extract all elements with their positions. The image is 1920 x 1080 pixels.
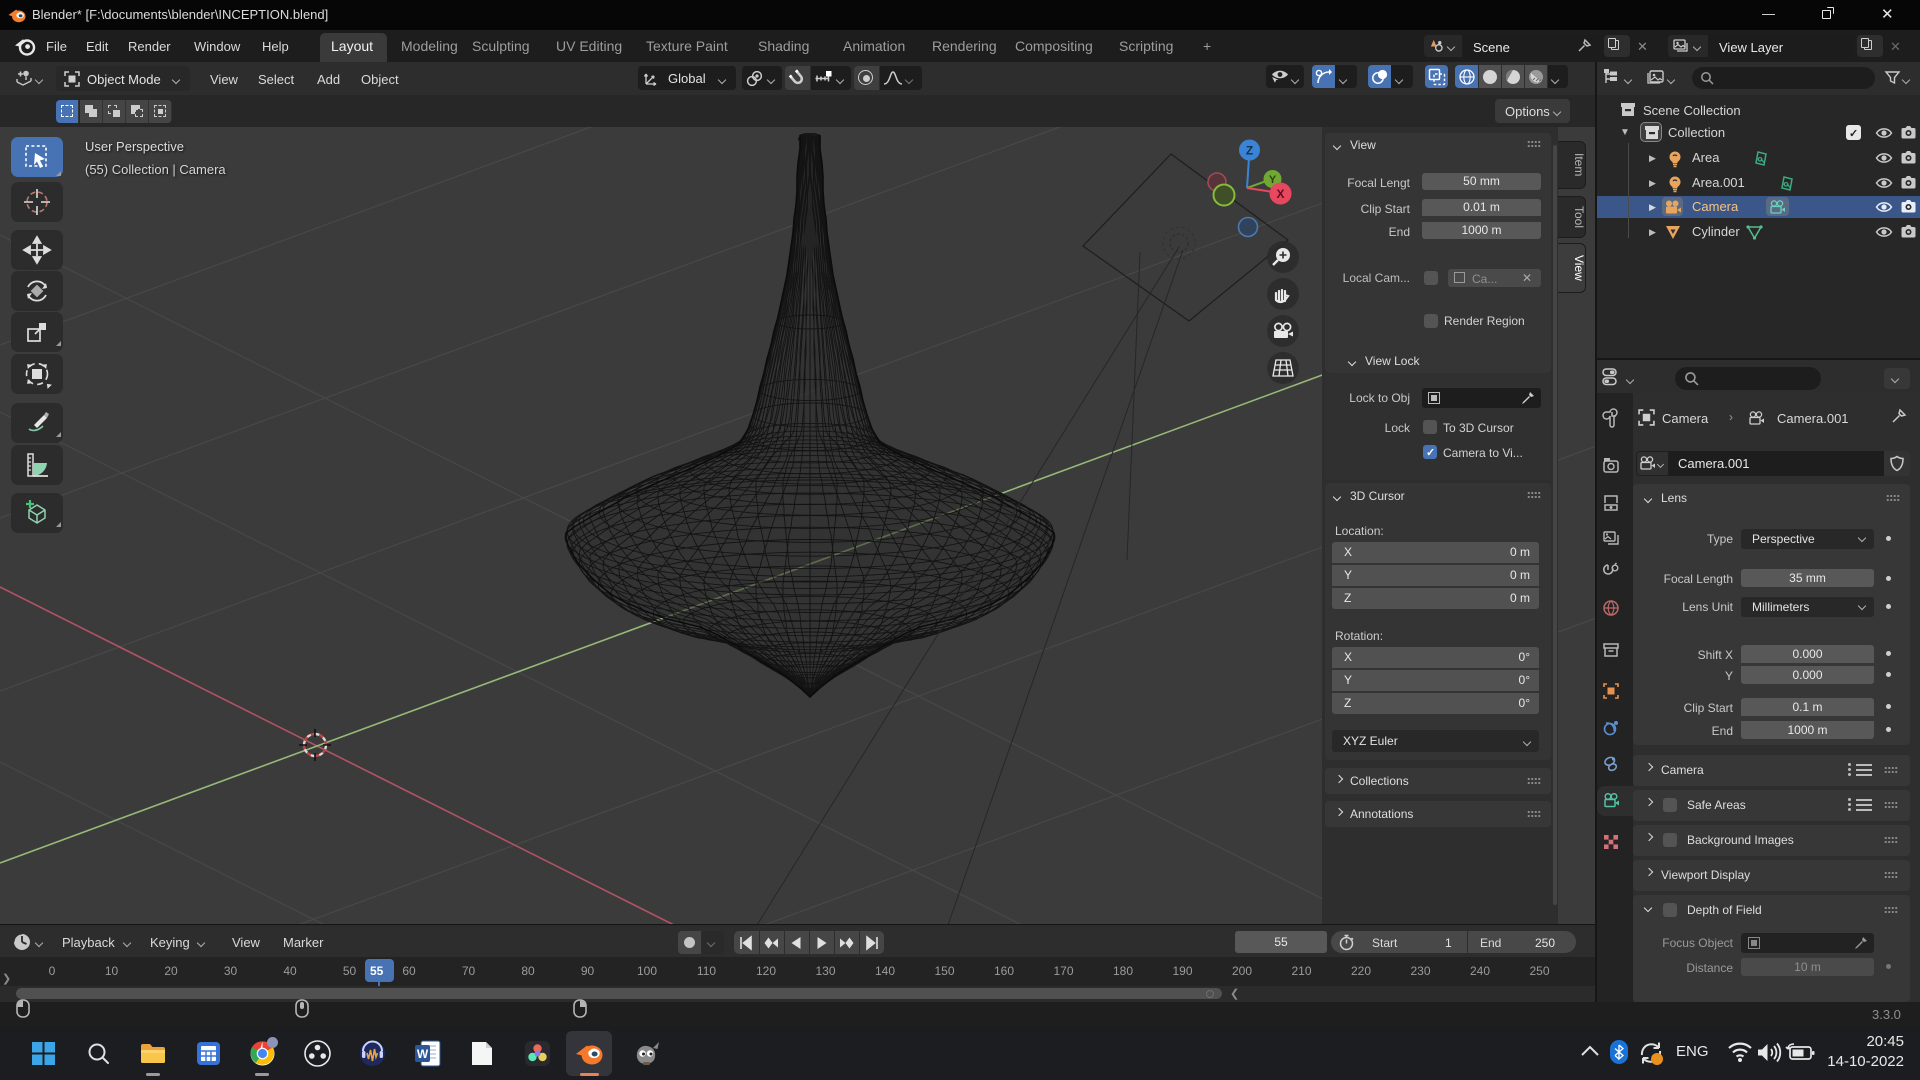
svg-text:X: X: [1276, 187, 1284, 201]
svg-text:Y: Y: [1269, 174, 1277, 186]
svg-text:W: W: [417, 1047, 429, 1061]
svg-text:Z: Z: [1246, 144, 1253, 158]
